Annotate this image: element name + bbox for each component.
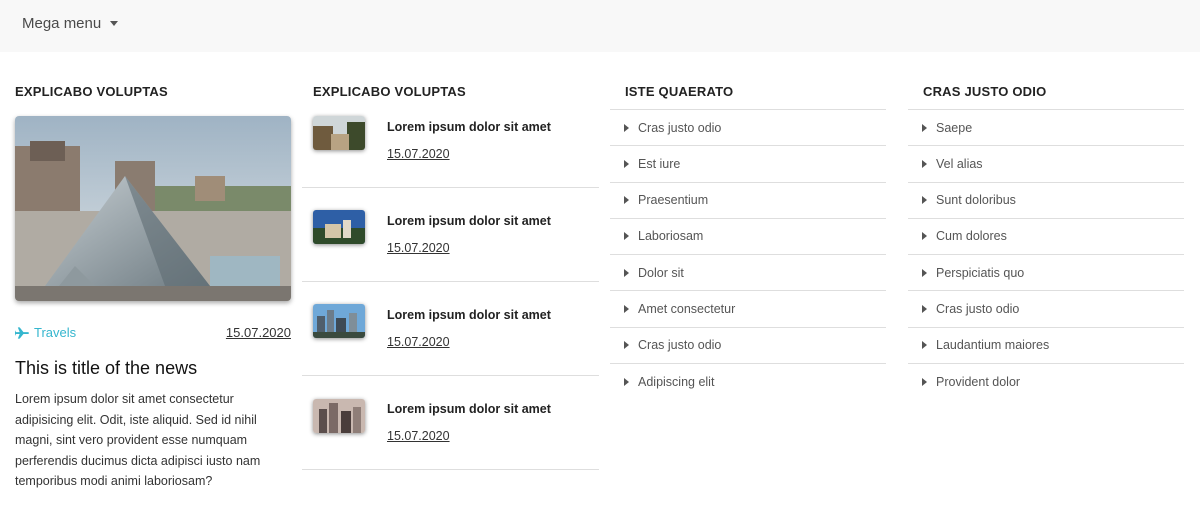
feature-meta: Travels 15.07.2020 [15,323,291,343]
post-thumbnail [313,116,365,150]
list-item[interactable]: Dolor sit [610,255,886,292]
post-date[interactable]: 15.07.2020 [387,429,450,443]
feature-date[interactable]: 15.07.2020 [226,325,291,340]
post-date[interactable]: 15.07.2020 [387,147,450,161]
category-label: Travels [34,325,77,340]
mega-menu-dropdown[interactable]: Mega menu [22,15,119,32]
list-item[interactable]: Cras justo odio [908,291,1184,328]
caret-down-icon [110,21,119,26]
caret-right-icon [624,341,629,350]
post-title: Lorem ipsum dolor sit amet [387,214,551,228]
post-title: Lorem ipsum dolor sit amet [387,402,551,416]
caret-right-icon [922,232,927,241]
caret-right-icon [922,159,927,168]
caret-right-icon [922,377,927,386]
caret-right-icon [624,123,629,132]
list-item-label: Adipiscing elit [638,374,715,389]
list-item[interactable]: Sunt doloribus [908,183,1184,219]
post-item[interactable]: Lorem ipsum dolor sit amet 15.07.2020 [302,188,599,282]
list-item-label: Sunt doloribus [936,193,1016,208]
list-item[interactable]: Praesentium [610,183,886,219]
category-link[interactable]: Travels [15,325,76,340]
caret-right-icon [624,232,629,241]
caret-right-icon [624,268,629,277]
list-item-label: Saepe [936,120,973,135]
post-thumbnail [313,399,365,433]
list-item-label: Cras justo odio [638,338,722,353]
list-item[interactable]: Saepe [908,110,1184,147]
post-date[interactable]: 15.07.2020 [387,241,450,255]
airplane-icon [15,326,30,339]
link-list-iste: Cras justo odio Est iure Praesentium Lab… [610,109,886,400]
list-item-label: Praesentium [638,193,709,208]
list-item[interactable]: Perspiciatis quo [908,255,1184,292]
caret-right-icon [624,377,629,386]
feature-image[interactable] [15,116,291,301]
news-body: Lorem ipsum dolor sit amet consectetur a… [15,392,261,488]
list-item[interactable]: Cum dolores [908,219,1184,255]
navbar: Mega menu [0,0,1200,52]
list-item[interactable]: Provident dolor [908,364,1184,400]
list-item-label: Est iure [638,156,681,171]
list-item[interactable]: Cras justo odio [610,110,886,147]
post-date[interactable]: 15.07.2020 [387,335,450,349]
list-item-label: Laudantium maiores [936,338,1050,353]
caret-right-icon [922,123,927,132]
list-item-label: Amet consectetur [638,301,736,316]
caret-right-icon [922,268,927,277]
caret-right-icon [624,159,629,168]
list-item-label: Provident dolor [936,374,1021,389]
list-item[interactable]: Adipiscing elit [610,364,886,400]
news-title[interactable]: This is title of the news [15,358,197,379]
post-item[interactable]: Lorem ipsum dolor sit amet 15.07.2020 [302,376,599,470]
caret-right-icon [922,341,927,350]
city-photo-icon [313,116,365,150]
list-item-label: Cum dolores [936,229,1007,244]
caret-right-icon [624,196,629,205]
column-title-3: ISTE QUAERATO [625,84,734,99]
list-item-label: Laboriosam [638,229,704,244]
list-item-label: Dolor sit [638,265,684,280]
city-photo-icon [313,304,365,338]
list-item-label: Cras justo odio [936,301,1020,316]
list-item[interactable]: Laudantium maiores [908,328,1184,364]
list-item[interactable]: Est iure [610,146,886,183]
caret-right-icon [624,304,629,313]
list-item[interactable]: Laboriosam [610,219,886,255]
post-thumbnail [313,304,365,338]
list-item-label: Vel alias [936,156,983,171]
louvre-pyramid-photo-icon [15,116,291,301]
post-item[interactable]: Lorem ipsum dolor sit amet 15.07.2020 [302,94,599,188]
post-title: Lorem ipsum dolor sit amet [387,120,551,134]
list-item[interactable]: Vel alias [908,146,1184,183]
post-title: Lorem ipsum dolor sit amet [387,308,551,322]
city-photo-icon [313,399,365,433]
mega-menu-label: Mega menu [22,15,102,32]
column-title-1: EXPLICABO VOLUPTAS [15,84,168,99]
caret-right-icon [922,304,927,313]
link-list-cras: Saepe Vel alias Sunt doloribus Cum dolor… [908,109,1184,400]
caret-right-icon [922,196,927,205]
list-item[interactable]: Cras justo odio [610,328,886,364]
city-photo-icon [313,210,365,244]
column-title-4: CRAS JUSTO ODIO [923,84,1047,99]
list-item-label: Perspiciatis quo [936,265,1025,280]
post-thumbnail [313,210,365,244]
post-item[interactable]: Lorem ipsum dolor sit amet 15.07.2020 [302,282,599,376]
list-item-label: Cras justo odio [638,120,722,135]
list-item[interactable]: Amet consectetur [610,291,886,328]
